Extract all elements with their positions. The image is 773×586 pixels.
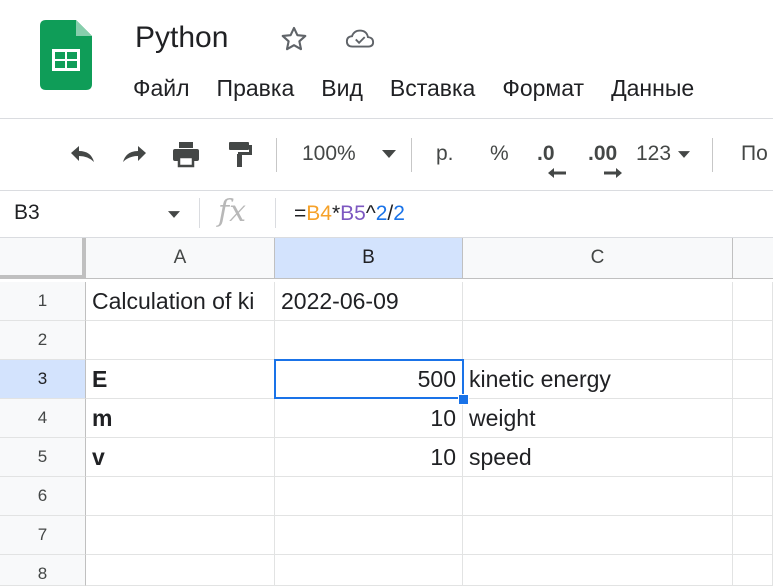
cell-c1[interactable] (463, 282, 733, 321)
cell-b5[interactable]: 10 (275, 438, 463, 477)
cell-c3[interactable]: kinetic energy (463, 360, 733, 399)
fx-icon: fx (218, 194, 247, 229)
dropdown-arrow-icon[interactable] (676, 136, 692, 172)
fill-handle[interactable] (458, 394, 469, 405)
number-format-select[interactable]: 123 (636, 138, 671, 170)
menu-data[interactable]: Данные (611, 72, 694, 104)
cell-a8[interactable] (86, 555, 275, 586)
name-box[interactable]: B3 (14, 198, 40, 228)
formula-separator (275, 198, 276, 228)
cell-a7[interactable] (86, 516, 275, 555)
sheets-logo-icon[interactable] (40, 20, 92, 90)
cell-b2[interactable] (275, 321, 463, 360)
arrow-right-icon (604, 165, 622, 183)
formula-operator: ^ (365, 202, 376, 225)
cell-c5[interactable]: speed (463, 438, 733, 477)
star-icon[interactable] (279, 24, 309, 54)
row-header-2[interactable]: 2 (0, 321, 86, 360)
cell-d8[interactable] (733, 555, 773, 586)
menu-format[interactable]: Формат (502, 72, 584, 104)
cell-c8[interactable] (463, 555, 733, 586)
cell-a3[interactable]: E (86, 360, 275, 399)
row-header-3[interactable]: 3 (0, 360, 86, 399)
cell-d4[interactable] (733, 399, 773, 438)
spreadsheet-grid: A B C 1 2 3 4 5 6 7 8 Calculation of ki … (0, 238, 773, 586)
cell-c7[interactable] (463, 516, 733, 555)
document-title[interactable]: Python (135, 18, 228, 58)
column-header-a[interactable]: A (86, 238, 275, 279)
cell-a5[interactable]: v (86, 438, 275, 477)
row-header-6[interactable]: 6 (0, 477, 86, 516)
zoom-select[interactable]: 100% (302, 138, 356, 170)
percent-format-button[interactable]: % (490, 138, 509, 170)
formula-number: 2 (393, 202, 405, 225)
cell-a2[interactable] (86, 321, 275, 360)
menu-view[interactable]: Вид (321, 72, 363, 104)
cell-d2[interactable] (733, 321, 773, 360)
cell-b8[interactable] (275, 555, 463, 586)
print-icon[interactable] (168, 136, 204, 172)
decrease-decimal-label: .0 (537, 142, 555, 165)
cell-d3[interactable] (733, 360, 773, 399)
currency-format-button[interactable]: р. (436, 138, 454, 170)
row-header-4[interactable]: 4 (0, 399, 86, 438)
toolbar-divider (0, 190, 773, 191)
paint-format-icon[interactable] (222, 136, 258, 172)
increase-decimal-label: .00 (588, 142, 618, 165)
formula-ref-b5: B5 (340, 202, 366, 225)
font-select[interactable]: По (741, 138, 768, 170)
cell-c2[interactable] (463, 321, 733, 360)
row-header-5[interactable]: 5 (0, 438, 86, 477)
menu-insert[interactable]: Вставка (390, 72, 476, 104)
cell-d1[interactable] (733, 282, 773, 321)
active-cell-border (274, 359, 464, 399)
row-header-8[interactable]: 8 (0, 555, 86, 586)
column-header-b[interactable]: B (275, 238, 463, 279)
menu-edit[interactable]: Правка (217, 72, 295, 104)
row-header-7[interactable]: 7 (0, 516, 86, 555)
header-divider (0, 118, 773, 119)
cell-b4[interactable]: 10 (275, 399, 463, 438)
cell-c6[interactable] (463, 477, 733, 516)
column-header-d[interactable] (733, 238, 773, 279)
formula-ref-b4: B4 (306, 202, 332, 225)
column-header-c[interactable]: C (463, 238, 733, 279)
select-all-corner[interactable] (0, 238, 86, 279)
cell-b6[interactable] (275, 477, 463, 516)
cell-a6[interactable] (86, 477, 275, 516)
dropdown-arrow-icon[interactable] (378, 136, 400, 172)
formula-input[interactable]: =B4*B5^2/2 (294, 199, 405, 229)
dropdown-arrow-icon[interactable] (163, 199, 185, 229)
formula-number: 2 (375, 202, 388, 225)
cell-c4[interactable]: weight (463, 399, 733, 438)
cloud-check-icon[interactable] (345, 24, 375, 54)
undo-icon[interactable] (64, 136, 100, 172)
cell-d6[interactable] (733, 477, 773, 516)
formula-equals: = (294, 202, 307, 225)
cell-a1[interactable]: Calculation of ki (86, 282, 275, 321)
arrow-left-icon (548, 165, 566, 183)
toolbar-separator (411, 138, 412, 172)
menu-bar: Файл Правка Вид Вставка Формат Данные (133, 72, 721, 104)
toolbar-separator (276, 138, 277, 172)
formula-separator (199, 198, 200, 228)
row-header-1[interactable]: 1 (0, 282, 86, 321)
cell-b1[interactable]: 2022-06-09 (275, 282, 463, 321)
cell-d5[interactable] (733, 438, 773, 477)
redo-icon[interactable] (117, 136, 153, 172)
cell-b7[interactable] (275, 516, 463, 555)
cell-d7[interactable] (733, 516, 773, 555)
cell-a4[interactable]: m (86, 399, 275, 438)
toolbar-separator (712, 138, 713, 172)
menu-file[interactable]: Файл (133, 72, 190, 104)
formula-operator: * (331, 202, 341, 225)
